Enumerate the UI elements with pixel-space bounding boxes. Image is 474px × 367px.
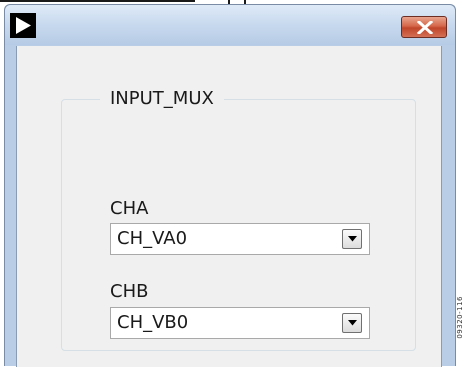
close-x-icon <box>417 21 433 34</box>
cha-label: CHA <box>110 198 149 219</box>
chb-label: CHB <box>110 281 149 302</box>
cha-selected-value: CH_VA0 <box>117 228 188 249</box>
play-arrow-icon <box>10 13 36 38</box>
chb-selected-value: CH_VB0 <box>117 312 189 333</box>
cha-dropdown-button[interactable] <box>342 229 362 249</box>
group-title: INPUT_MUX <box>100 86 224 112</box>
chevron-down-icon <box>348 236 357 242</box>
dialog-client-area: INPUT_MUX CHA CH_VA0 CHB CH_VB0 <box>16 46 442 367</box>
cha-dropdown[interactable]: CH_VA0 <box>110 223 370 255</box>
figure-code: 09320-116 <box>456 296 464 339</box>
close-button[interactable] <box>401 16 447 38</box>
chb-dropdown-button[interactable] <box>342 313 362 333</box>
title-bar[interactable] <box>5 5 455 45</box>
chb-dropdown[interactable]: CH_VB0 <box>110 307 370 339</box>
stray-border-line <box>0 0 195 2</box>
input-mux-groupbox: INPUT_MUX CHA CH_VA0 CHB CH_VB0 <box>61 86 416 351</box>
dialog-window: INPUT_MUX CHA CH_VA0 CHB CH_VB0 <box>4 4 456 367</box>
chevron-down-icon <box>348 320 357 326</box>
